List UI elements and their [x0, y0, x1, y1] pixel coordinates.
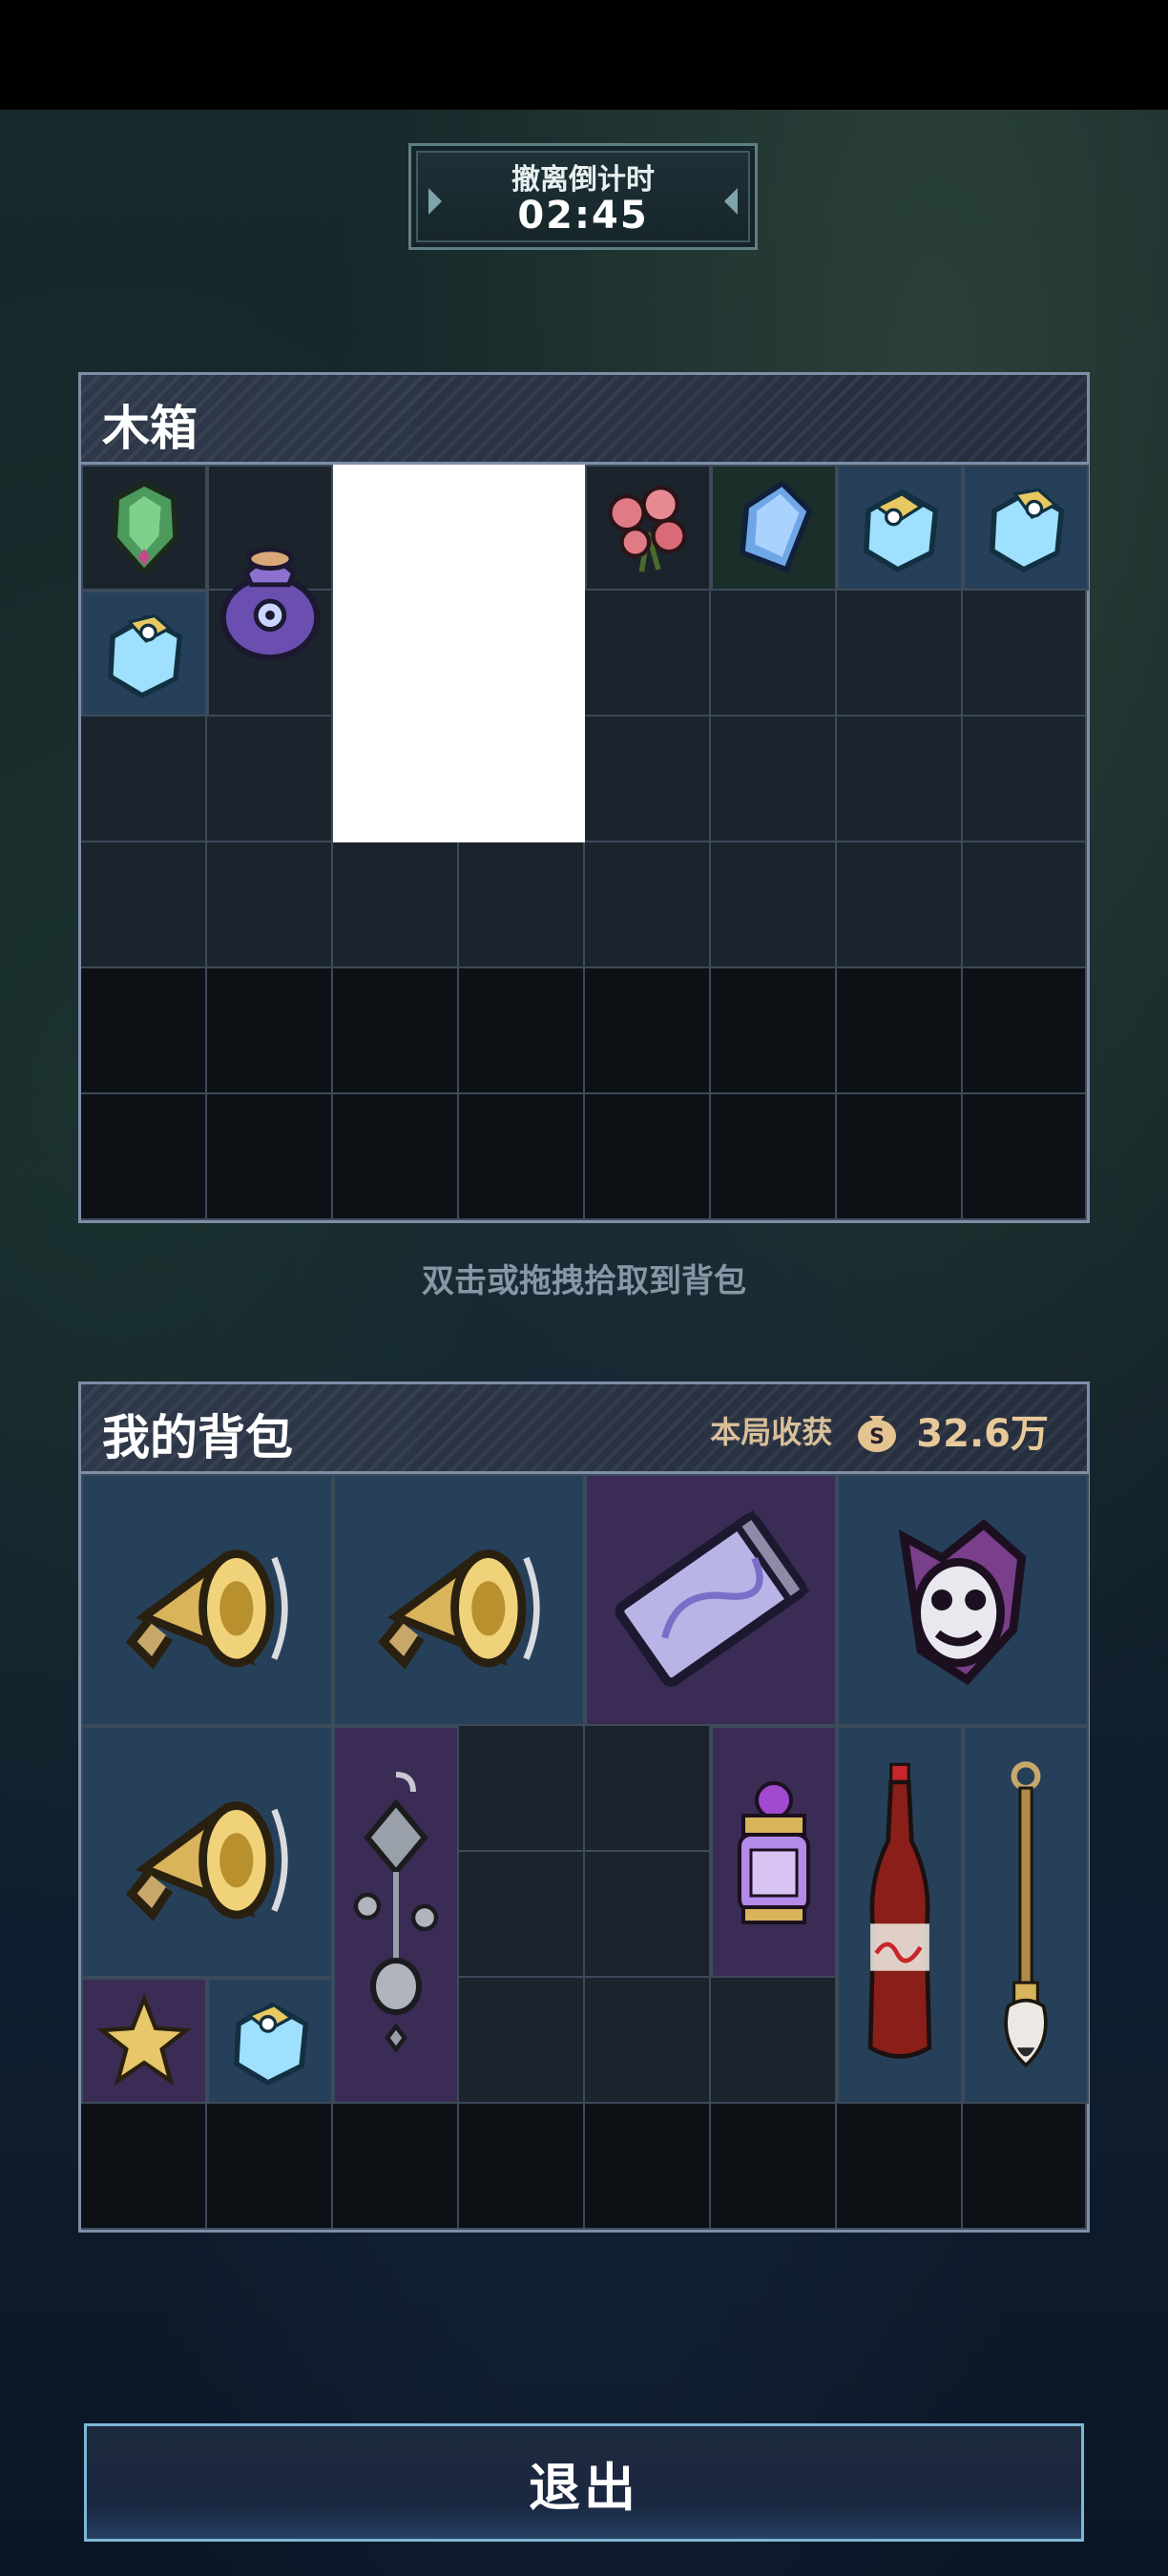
inventory-slot[interactable]: [711, 968, 837, 1094]
green-gem-icon[interactable]: [81, 465, 207, 591]
inventory-slot[interactable]: [459, 842, 585, 968]
inventory-slot[interactable]: [207, 968, 333, 1094]
cola-bottle-icon[interactable]: [837, 1726, 963, 2104]
crate-header: 木箱: [81, 375, 1087, 465]
money-bag-icon: S: [858, 1416, 897, 1452]
status-bar: [0, 0, 1168, 110]
inventory-slot[interactable]: [333, 842, 459, 968]
inventory-slot[interactable]: [711, 717, 837, 842]
blue-crystal-icon[interactable]: [711, 465, 837, 591]
backpack-title: 我的背包: [102, 1410, 293, 1465]
inventory-slot[interactable]: [459, 1094, 585, 1220]
inventory-slot[interactable]: [963, 1094, 1087, 1220]
backpack-header: 我的背包 本局收获 S 32.6万: [81, 1384, 1087, 1474]
inventory-slot[interactable]: [81, 842, 207, 968]
inventory-slot[interactable]: [333, 1094, 459, 1220]
inventory-slot[interactable]: [585, 1094, 711, 1220]
inventory-slot[interactable]: [837, 717, 963, 842]
crate-panel: 木箱: [78, 372, 1090, 1223]
inventory-slot[interactable]: [333, 968, 459, 1094]
backpack-panel: 我的背包 本局收获 S 32.6万: [78, 1381, 1090, 2233]
rose-bouquet-icon[interactable]: [585, 465, 711, 591]
purple-potion-jar-icon[interactable]: [711, 1726, 837, 1978]
inventory-slot[interactable]: [711, 591, 837, 717]
exit-label: 退出: [529, 2457, 639, 2518]
inventory-slot[interactable]: [837, 1094, 963, 1220]
inventory-slot[interactable]: [585, 1852, 711, 1978]
svg-text:S: S: [869, 1425, 885, 1449]
ice-cube-icon[interactable]: [837, 465, 963, 591]
ice-cube-icon[interactable]: [207, 1978, 333, 2104]
exit-button[interactable]: 退出: [84, 2423, 1084, 2542]
purple-pouch-icon[interactable]: [207, 465, 333, 717]
clown-mask-icon[interactable]: [837, 1474, 1089, 1726]
loot-value: 32.6万: [916, 1412, 1049, 1456]
inventory-slot[interactable]: [585, 968, 711, 1094]
inventory-slot[interactable]: [207, 717, 333, 842]
inventory-slot[interactable]: [585, 591, 711, 717]
loading-item-placeholder[interactable]: [333, 465, 585, 842]
inventory-slot[interactable]: [207, 842, 333, 968]
inventory-slot[interactable]: [711, 842, 837, 968]
inventory-slot[interactable]: [459, 1852, 585, 1978]
inventory-slot[interactable]: [837, 2104, 963, 2230]
inventory-slot[interactable]: [837, 842, 963, 968]
gold-gramophone-icon[interactable]: [333, 1474, 585, 1726]
inventory-slot[interactable]: [81, 717, 207, 842]
gold-gramophone-icon[interactable]: [81, 1474, 333, 1726]
ice-cube-icon[interactable]: [963, 465, 1089, 591]
inventory-slot[interactable]: [963, 717, 1087, 842]
calligraphy-brush-icon[interactable]: [963, 1726, 1089, 2104]
ice-cube-icon[interactable]: [81, 591, 207, 717]
loot-label: 本局收获: [710, 1414, 833, 1450]
inventory-slot[interactable]: [333, 2104, 459, 2230]
inventory-slot[interactable]: [837, 591, 963, 717]
countdown-value: 02:45: [517, 194, 649, 238]
session-loot: 本局收获 S 32.6万: [710, 1403, 1049, 1457]
inventory-slot[interactable]: [711, 2104, 837, 2230]
inventory-slot[interactable]: [207, 2104, 333, 2230]
inventory-slot[interactable]: [585, 1726, 711, 1852]
gold-star-icon[interactable]: [81, 1978, 207, 2104]
inventory-slot[interactable]: [711, 1094, 837, 1220]
inventory-slot[interactable]: [585, 2104, 711, 2230]
inventory-slot[interactable]: [585, 1978, 711, 2104]
inventory-slot[interactable]: [81, 2104, 207, 2230]
crate-title: 木箱: [102, 401, 198, 456]
inventory-slot[interactable]: [459, 968, 585, 1094]
evac-countdown: 撤离倒计时 02:45: [408, 143, 758, 250]
inventory-slot[interactable]: [963, 968, 1087, 1094]
inventory-slot[interactable]: [963, 2104, 1087, 2230]
purple-ticket-icon[interactable]: [585, 1474, 837, 1726]
inventory-slot[interactable]: [963, 591, 1087, 717]
inventory-slot[interactable]: [585, 717, 711, 842]
gold-gramophone-icon[interactable]: [81, 1726, 333, 1978]
inventory-slot[interactable]: [459, 1726, 585, 1852]
pickup-hint: 双击或拖拽拾取到背包: [422, 1262, 746, 1300]
inventory-slot[interactable]: [585, 842, 711, 968]
inventory-slot[interactable]: [81, 968, 207, 1094]
inventory-slot[interactable]: [963, 842, 1087, 968]
silver-earring-icon[interactable]: [333, 1726, 459, 2104]
inventory-slot[interactable]: [207, 1094, 333, 1220]
inventory-slot[interactable]: [711, 1978, 837, 2104]
inventory-slot[interactable]: [81, 1094, 207, 1220]
inventory-slot[interactable]: [837, 968, 963, 1094]
inventory-slot[interactable]: [459, 2104, 585, 2230]
inventory-slot[interactable]: [459, 1978, 585, 2104]
countdown-label: 撤离倒计时: [511, 163, 655, 197]
